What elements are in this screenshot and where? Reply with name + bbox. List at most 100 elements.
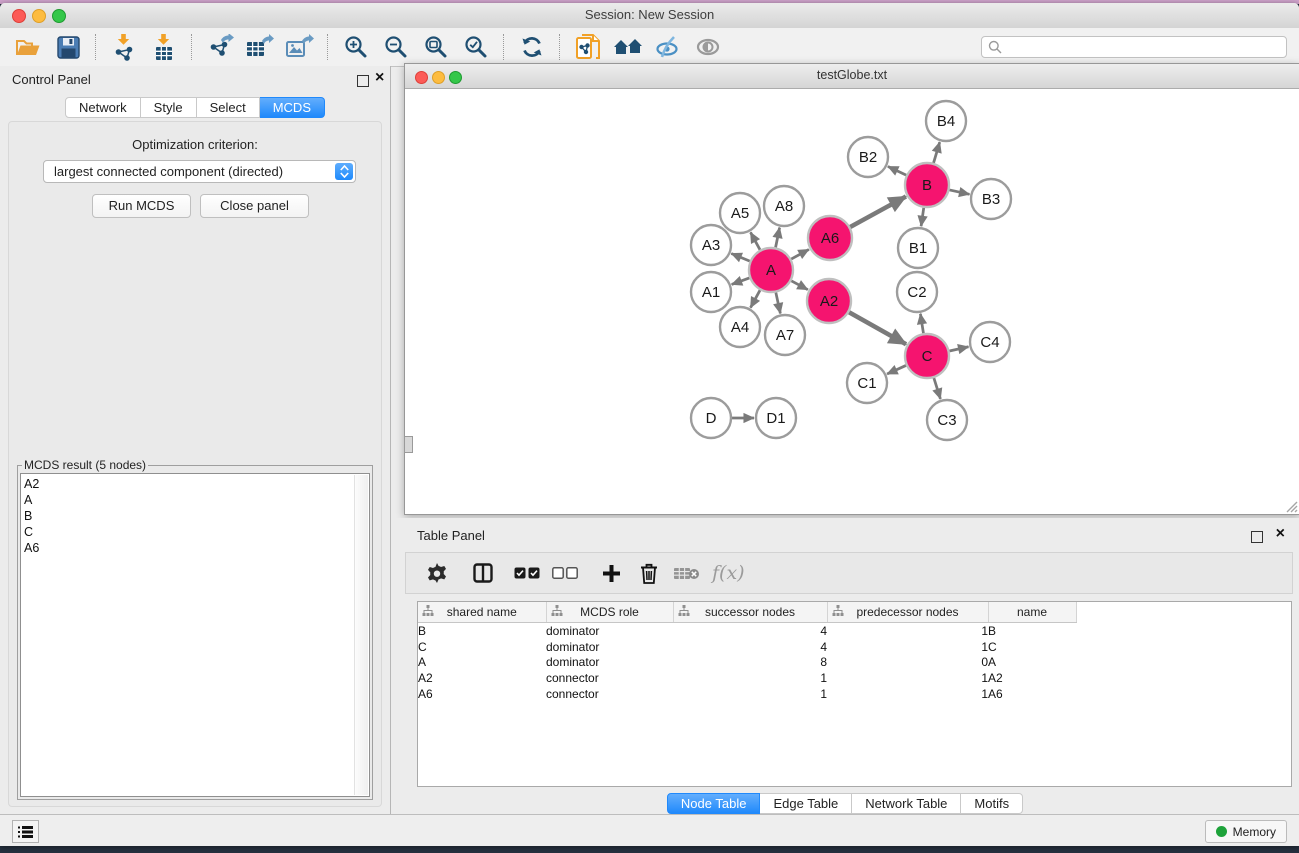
close-panel-button[interactable]: Close panel xyxy=(200,194,309,218)
delete-table-icon[interactable] xyxy=(668,557,706,589)
settings-icon[interactable] xyxy=(418,557,456,589)
graph-edge-A-A7[interactable] xyxy=(776,292,781,313)
column-header-name[interactable]: name xyxy=(988,602,1076,623)
network-canvas[interactable]: AA1A2A3A4A5A6A7A8BB1B2B3B4CC1C2C3C4DD1 xyxy=(405,89,1299,514)
close-table-panel-icon[interactable]: × xyxy=(1276,526,1285,542)
graph-edge-C-C3[interactable] xyxy=(934,378,941,399)
network-graph[interactable]: AA1A2A3A4A5A6A7A8BB1B2B3B4CC1C2C3C4DD1 xyxy=(405,89,1297,513)
export-network-icon[interactable] xyxy=(200,31,240,63)
save-session-icon[interactable] xyxy=(48,31,88,63)
deselect-all-icon[interactable] xyxy=(546,557,584,589)
graph-edge-C-C1[interactable] xyxy=(887,365,906,374)
table-cell: connector xyxy=(546,670,673,686)
column-header-shared-name[interactable]: shared name xyxy=(418,602,546,623)
tab-select[interactable]: Select xyxy=(197,97,260,118)
graph-edge-B-B2[interactable] xyxy=(888,166,906,175)
export-table-icon[interactable] xyxy=(240,31,280,63)
import-network-icon[interactable] xyxy=(104,31,144,63)
table-panel: Table Panel × xyxy=(391,518,1299,818)
tab-network[interactable]: Network xyxy=(65,97,141,118)
table-row[interactable]: Bdominator41B xyxy=(418,623,1076,639)
graph-edge-B-B1[interactable] xyxy=(921,208,924,226)
close-panel-icon[interactable]: × xyxy=(375,70,384,86)
tab-edge-table[interactable]: Edge Table xyxy=(760,793,852,814)
task-history-icon[interactable] xyxy=(12,820,39,843)
result-list-scrollbar[interactable] xyxy=(354,475,368,795)
tab-network-table[interactable]: Network Table xyxy=(852,793,961,814)
tab-mcds[interactable]: MCDS xyxy=(260,97,325,118)
table-cell: 1 xyxy=(673,670,827,686)
graph-edge-A6-B[interactable] xyxy=(850,197,906,227)
zoom-out-icon[interactable] xyxy=(376,31,416,63)
graph-node-label-B1: B1 xyxy=(909,240,927,257)
mcds-result-list[interactable]: A2ABCA6 xyxy=(20,473,370,797)
graph-edge-A-A4[interactable] xyxy=(751,290,761,307)
table-cell: A xyxy=(988,654,1076,670)
memory-label: Memory xyxy=(1233,825,1276,839)
table-row[interactable]: Adominator80A xyxy=(418,654,1076,670)
table-row[interactable]: A2connector11A2 xyxy=(418,670,1076,686)
network-view-window[interactable]: testGlobe.txt AA1A2A3A4A5A6A7A8BB1B2B3B4… xyxy=(404,63,1299,515)
table-cell: 1 xyxy=(827,639,988,655)
run-mcds-button[interactable]: Run MCDS xyxy=(92,194,191,218)
export-image-icon[interactable] xyxy=(280,31,320,63)
frame-edge-handle[interactable] xyxy=(404,436,413,453)
result-list-item[interactable]: A xyxy=(24,492,369,508)
memory-button[interactable]: Memory xyxy=(1205,820,1287,843)
select-all-icon[interactable] xyxy=(508,557,546,589)
result-list-item[interactable]: A2 xyxy=(24,476,369,492)
hide-selected-icon[interactable] xyxy=(648,31,688,63)
table-cell: dominator xyxy=(546,623,673,639)
criterion-dropdown[interactable]: largest connected component (directed) xyxy=(43,160,356,183)
search-input[interactable] xyxy=(1002,39,1280,55)
add-column-icon[interactable] xyxy=(592,557,630,589)
table-row[interactable]: Cdominator41C xyxy=(418,639,1076,655)
home-icon[interactable] xyxy=(608,31,648,63)
graph-node-label-C3: C3 xyxy=(937,412,956,429)
result-list-item[interactable]: A6 xyxy=(24,540,369,556)
column-header-predecessor-nodes[interactable]: predecessor nodes xyxy=(827,602,988,623)
dropdown-stepper-icon[interactable] xyxy=(335,163,353,180)
network-window-titlebar[interactable]: testGlobe.txt xyxy=(405,64,1299,89)
refresh-icon[interactable] xyxy=(512,31,552,63)
graph-edge-A-A6[interactable] xyxy=(791,249,809,259)
graph-edge-B-B3[interactable] xyxy=(949,190,969,194)
node-table[interactable]: shared nameMCDS rolesuccessor nodes prede… xyxy=(417,601,1292,787)
zoom-fit-icon[interactable] xyxy=(416,31,456,63)
zoom-in-icon[interactable] xyxy=(336,31,376,63)
table-cell: B xyxy=(988,623,1076,639)
result-list-item[interactable]: C xyxy=(24,524,369,540)
graph-edge-A2-C[interactable] xyxy=(849,312,906,344)
import-table-icon[interactable] xyxy=(144,31,184,63)
column-header-MCDS-role[interactable]: MCDS role xyxy=(546,602,673,623)
window-titlebar[interactable]: Session: New Session xyxy=(0,3,1299,29)
function-builder-icon[interactable]: f(x) xyxy=(712,562,745,584)
result-list-item[interactable]: B xyxy=(24,508,369,524)
show-all-icon[interactable] xyxy=(688,31,728,63)
show-columns-icon[interactable] xyxy=(464,557,502,589)
graph-edge-B-B4[interactable] xyxy=(934,142,940,163)
search-box[interactable] xyxy=(981,36,1287,58)
tab-node-table[interactable]: Node Table xyxy=(667,793,761,814)
float-panel-icon[interactable] xyxy=(357,75,369,87)
column-header-label: predecessor nodes xyxy=(856,605,958,619)
network-from-selection-icon[interactable] xyxy=(568,31,608,63)
graph-edge-A-A8[interactable] xyxy=(776,228,780,248)
open-session-icon[interactable] xyxy=(8,31,48,63)
graph-edge-C-C2[interactable] xyxy=(920,314,923,334)
delete-column-icon[interactable] xyxy=(630,557,668,589)
graph-edge-A-A2[interactable] xyxy=(791,281,808,290)
tab-style[interactable]: Style xyxy=(141,97,197,118)
tab-motifs[interactable]: Motifs xyxy=(961,793,1023,814)
table-row[interactable]: A6connector11A6 xyxy=(418,686,1076,702)
zoom-selected-icon[interactable] xyxy=(456,31,496,63)
graph-edge-A-A1[interactable] xyxy=(732,278,750,285)
graph-edge-C-C4[interactable] xyxy=(949,347,968,351)
float-table-panel-icon[interactable] xyxy=(1251,531,1263,543)
graph-edge-A-A5[interactable] xyxy=(751,232,761,249)
search-icon xyxy=(988,40,1002,54)
resize-grip-icon[interactable] xyxy=(1284,499,1298,513)
graph-edge-A-A3[interactable] xyxy=(731,253,749,261)
column-header-successor-nodes[interactable]: successor nodes xyxy=(673,602,827,623)
graph-node-label-B3: B3 xyxy=(982,191,1000,208)
